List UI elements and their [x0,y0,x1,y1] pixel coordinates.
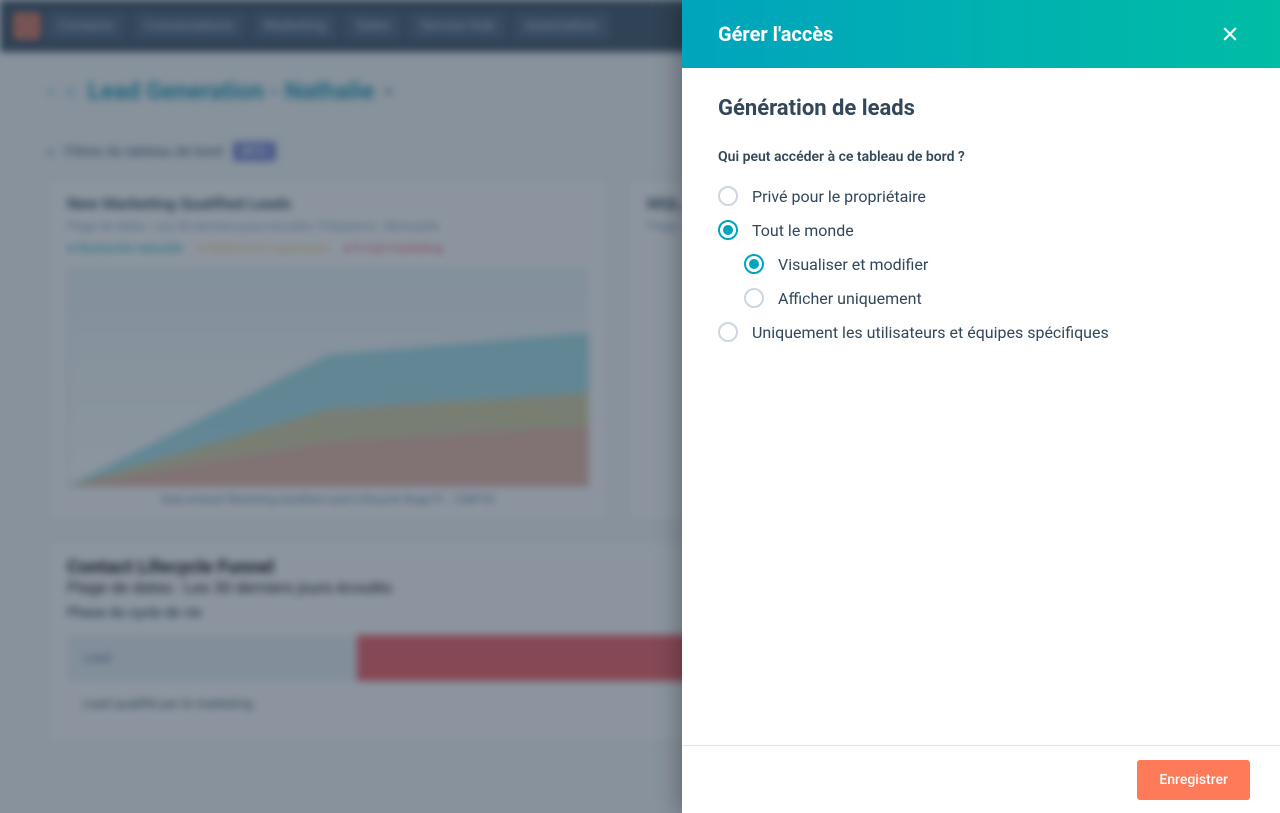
radio-label: Tout le monde [752,221,854,240]
radio-icon [718,186,738,206]
panel-body: Génération de leads Qui peut accéder à c… [682,68,1280,745]
panel-header: Gérer l'accès [682,0,1280,68]
manage-access-panel: Gérer l'accès Génération de leads Qui pe… [682,0,1280,813]
close-icon [1220,24,1240,44]
radio-everyone[interactable]: Tout le monde [718,213,1244,247]
radio-icon [744,288,764,308]
access-question: Qui peut accéder à ce tableau de bord ? [718,149,1244,165]
radio-icon [744,254,764,274]
radio-view-only[interactable]: Afficher uniquement [718,281,1244,315]
radio-private[interactable]: Privé pour le propriétaire [718,179,1244,213]
radio-view-edit[interactable]: Visualiser et modifier [718,247,1244,281]
radio-label: Visualiser et modifier [778,255,928,274]
panel-subtitle: Génération de leads [718,96,1244,121]
panel-title: Gérer l'accès [718,22,1216,46]
radio-label: Uniquement les utilisateurs et équipes s… [752,323,1109,342]
panel-footer: Enregistrer [682,745,1280,813]
radio-label: Privé pour le propriétaire [752,187,926,206]
radio-icon [718,322,738,342]
close-button[interactable] [1216,20,1244,48]
radio-specific[interactable]: Uniquement les utilisateurs et équipes s… [718,315,1244,349]
save-button[interactable]: Enregistrer [1137,760,1250,800]
radio-label: Afficher uniquement [778,289,922,308]
radio-icon [718,220,738,240]
